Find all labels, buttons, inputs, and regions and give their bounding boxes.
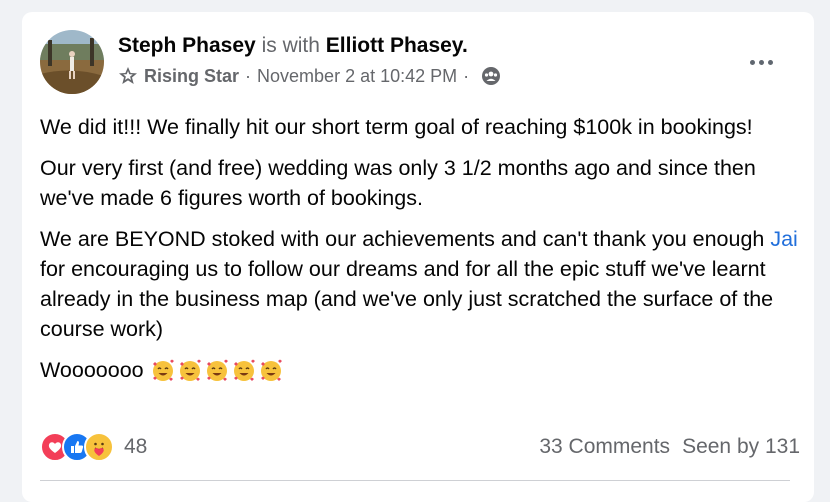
paragraph-text: Wooooooo (40, 358, 144, 382)
meta-separator-2: · (463, 66, 470, 86)
smiling-face-with-hearts-icon (204, 358, 230, 384)
author-name[interactable]: Steph Phasey (118, 34, 256, 57)
dot-icon (767, 59, 773, 65)
post-stats: 33 Comments Seen by 131 (539, 435, 800, 459)
with-text: is with (261, 34, 320, 57)
paragraph-text: We are BEYOND stoked with our achievemen… (40, 227, 771, 251)
rising-star-icon (118, 66, 138, 86)
post-paragraph-2: Our very first (and free) wedding was on… (40, 156, 756, 210)
seen-by-count[interactable]: Seen by 131 (682, 435, 800, 459)
post-timestamp[interactable]: November 2 at 10:42 PM (257, 64, 457, 88)
tagged-name[interactable]: Elliott Phasey (326, 34, 462, 57)
smiling-face-with-hearts-icon (258, 358, 284, 384)
header-period: . (461, 34, 468, 57)
more-options-button[interactable] (744, 52, 778, 72)
post-header: Steph Phasey is with Elliott Phasey. (118, 32, 468, 60)
footer-divider (40, 480, 790, 481)
mention-link[interactable]: Jai (770, 227, 797, 251)
post-footer: 48 33 Comments Seen by 131 (40, 430, 800, 464)
emoji-row (150, 358, 285, 384)
post-paragraph-4: Wooooooo (40, 355, 800, 385)
reactions-summary[interactable]: 48 (40, 432, 147, 462)
post-card: Steph Phasey is with Elliott Phasey. Ris… (22, 12, 814, 502)
smiling-face-with-hearts-icon (177, 358, 203, 384)
author-avatar[interactable] (40, 30, 104, 94)
reaction-count[interactable]: 48 (124, 435, 147, 459)
post-paragraph-3: We are BEYOND stoked with our achievemen… (40, 224, 800, 344)
member-badge[interactable]: Rising Star (144, 64, 239, 88)
post-paragraph-1: We did it!!! We finally hit our short te… (40, 115, 753, 139)
paragraph-text: for encouraging us to follow our dreams … (40, 257, 774, 341)
comments-count[interactable]: 33 Comments (539, 435, 670, 459)
smiling-face-with-hearts-icon (231, 358, 257, 384)
dot-icon (749, 59, 755, 65)
care-icon (84, 432, 114, 462)
smiling-face-with-hearts-icon (150, 358, 176, 384)
dot-icon (758, 59, 764, 65)
meta-separator: · (245, 66, 252, 86)
group-icon[interactable] (481, 66, 501, 86)
post-meta: Rising Star · November 2 at 10:42 PM · (118, 64, 501, 88)
post-body: We did it!!! We finally hit our short te… (40, 112, 800, 396)
